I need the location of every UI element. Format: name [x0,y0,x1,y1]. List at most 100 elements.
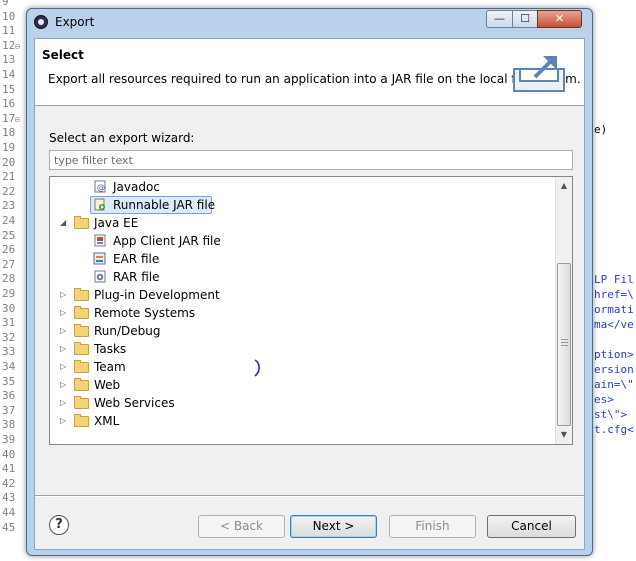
rar-icon [93,270,107,283]
expand-arrow-icon[interactable]: ▷ [60,290,69,299]
line-number: 11 [2,24,16,38]
folder-icon [74,306,89,319]
tree-item[interactable]: ▷ Plug-in Development [50,286,555,304]
tree-item-label: Java EE [94,216,139,230]
svg-text:@: @ [97,183,105,192]
line-number: 15 [2,82,16,96]
dialog-title: Export [55,15,95,29]
wizard-tree[interactable]: ▲ ▼ @ Javadoc Runnable JAR file ◢ Java EE App… [49,176,573,445]
button-bar-separator [35,495,584,497]
tree-scrollbar[interactable]: ▲ ▼ [555,177,572,444]
code-fragment: ma</ve [594,318,634,331]
folder-icon [74,396,89,409]
code-fragment: es> [594,393,614,406]
tree-item-label: Remote Systems [94,306,196,320]
dialog-content: Select Export all resources required to … [34,38,585,550]
ear-icon [93,252,107,265]
tree-item[interactable]: EAR file [50,250,555,268]
tree-item[interactable]: ▷ Remote Systems [50,304,555,322]
line-number: 16 [2,97,16,111]
tree-item[interactable]: ▷ Web [50,376,555,394]
tree-item[interactable]: @ Javadoc [50,178,555,196]
javadoc-icon: @ [93,180,107,193]
tree-item[interactable]: App Client JAR file [50,232,555,250]
folder-icon [74,414,89,427]
folder-icon [74,324,89,337]
code-fragment: ersion [594,363,634,376]
filter-input[interactable] [49,150,573,170]
expand-arrow-icon[interactable]: ▷ [60,344,69,353]
code-fragment: href=\ [594,288,634,301]
tree-item-label: EAR file [113,252,160,266]
banner-description: Export all resources required to run an … [48,72,581,86]
tree-item-label: Runnable JAR file [113,198,216,212]
tree-item[interactable]: RAR file [50,268,555,286]
line-number: 44 [2,506,16,519]
line-number: 10 [2,9,16,23]
folder-icon [74,216,89,229]
fold-marker-icon[interactable]: ⊖ [14,42,21,51]
expand-arrow-icon[interactable]: ▷ [60,326,69,335]
scrollbar-thumb[interactable] [557,263,571,426]
tree-item-label: Web [94,378,121,392]
tree-item[interactable]: Runnable JAR file [50,196,555,214]
code-fragment: t.cfg< [594,423,634,436]
next-button[interactable]: Next > [290,515,377,538]
maximize-button[interactable]: ☐ [512,10,538,28]
line-number: 32 [2,330,16,344]
tree-item[interactable]: ▷ XML [50,412,555,430]
tree-item-label: Tasks [94,342,127,356]
code-fragment: ption> [594,348,634,361]
tree-item[interactable]: ◢ Java EE [50,214,555,232]
line-number: 36 [2,389,16,403]
line-number: 13 [2,53,16,67]
tree-item-label: Javadoc [113,180,160,194]
app-client-icon [93,234,107,247]
line-number: 22 [2,184,16,198]
folder-icon [74,288,89,301]
line-number: 25 [2,228,16,242]
line-number: 19 [2,141,16,154]
minimize-button[interactable]: — [486,10,513,28]
tree-item[interactable]: ▷ Team [50,358,555,376]
expand-arrow-icon[interactable]: ▷ [60,362,69,371]
expand-arrow-icon[interactable]: ▷ [60,308,69,317]
tree-item[interactable]: ▷ Tasks [50,340,555,358]
line-number: 45 [2,520,16,534]
close-button[interactable]: ✕ [537,10,582,28]
tree-item-label: Plug-in Development [94,288,220,302]
line-number: 37 [2,403,16,417]
tree-item[interactable]: ▷ Web Services [50,394,555,412]
tree-item-label: Run/Debug [94,324,161,338]
line-number: 9 [2,0,9,8]
banner-heading: Select [42,48,84,62]
grip-line [561,342,568,343]
tree-item-label: App Client JAR file [113,234,221,248]
cancel-button[interactable]: Cancel [487,515,576,538]
line-number: 43 [2,491,16,505]
line-number: 26 [2,243,16,257]
tree-item[interactable]: ▷ Run/Debug [50,322,555,340]
line-number: 30 [2,301,16,315]
code-fragment: ormati [594,303,634,316]
line-number: 21 [2,170,16,184]
expand-arrow-icon[interactable]: ▷ [60,398,69,407]
collapse-arrow-icon[interactable]: ◢ [60,218,69,227]
tree-item-label: XML [94,414,120,428]
line-number: 14 [2,68,16,81]
line-number: 34 [2,360,16,373]
help-button[interactable]: ? [49,515,69,535]
title-bar[interactable]: Export — ☐ ✕ [27,9,592,37]
scroll-down-arrow-icon[interactable]: ▼ [556,426,572,443]
expand-arrow-icon[interactable]: ▷ [60,380,69,389]
fold-marker-icon[interactable]: ⊖ [14,115,21,124]
expand-arrow-icon[interactable]: ▷ [60,416,69,425]
jar-icon [93,198,107,211]
back-button[interactable]: < Back [198,515,285,538]
line-number-gutter: 9 10 11 12 13 14 15 16 17 18 19 20 21 22 23 24 25 26 27 28 2… [0,0,24,561]
line-number: 35 [2,374,16,388]
line-number: 23 [2,199,16,213]
tree-item-label: Team [94,360,126,374]
scroll-up-arrow-icon[interactable]: ▲ [556,177,572,194]
finish-button[interactable]: Finish [389,515,476,538]
